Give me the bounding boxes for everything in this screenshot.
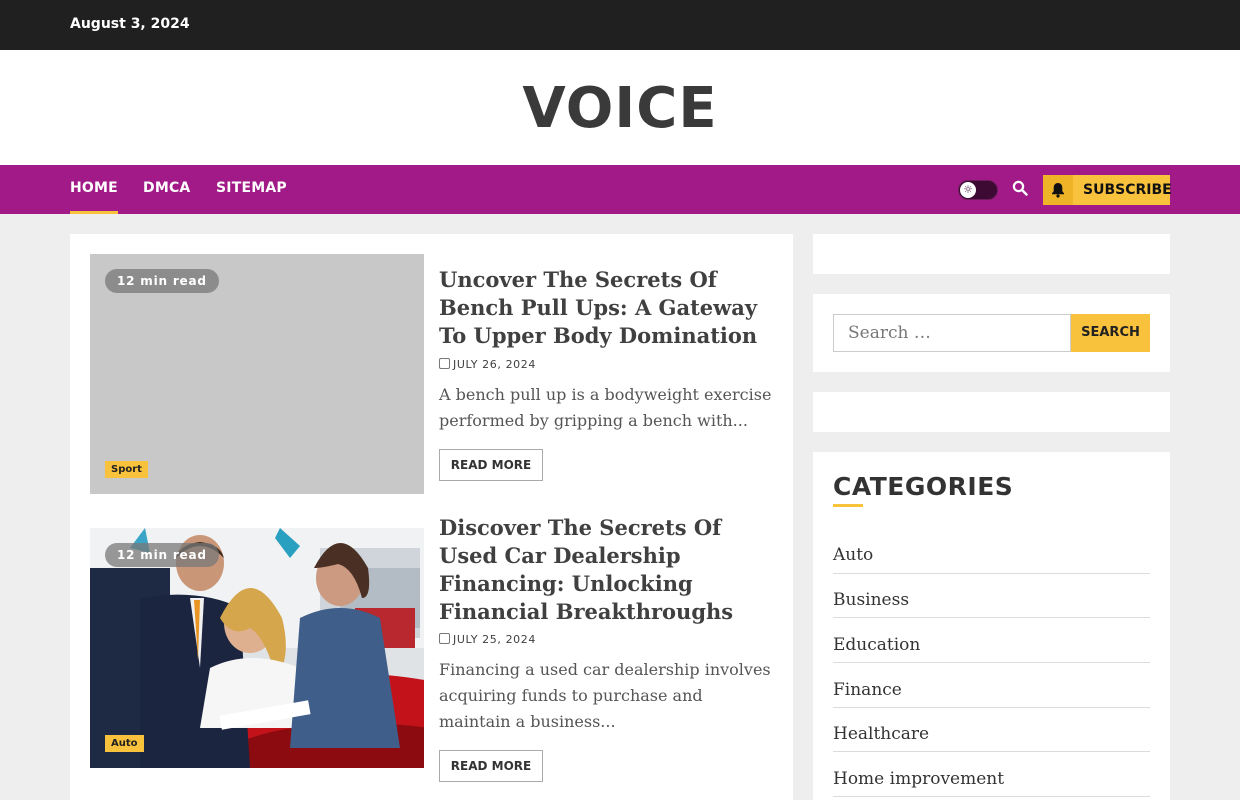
post-date: JULY 25, 2024 xyxy=(439,633,536,646)
category-badge[interactable]: Sport xyxy=(105,461,148,478)
sun-icon: ☼ xyxy=(960,182,976,198)
sidebar-empty-widget xyxy=(813,234,1170,274)
top-bar: August 3, 2024 xyxy=(0,0,1240,50)
category-link-home-improvement[interactable]: Home improvement xyxy=(833,753,1150,797)
post-list: 12 min read Sport Uncover The Secrets Of… xyxy=(70,234,793,800)
post-thumbnail[interactable]: 12 min read Sport xyxy=(90,254,424,494)
site-title[interactable]: VOICE xyxy=(0,76,1240,141)
subscribe-label: SUBSCRIBE xyxy=(1083,182,1172,198)
category-badge[interactable]: Auto xyxy=(105,735,144,752)
post-excerpt: A bench pull up is a bodyweight exercise… xyxy=(439,385,772,430)
read-more-button[interactable]: READ MORE xyxy=(439,449,543,481)
post-card: 12 min read Sport Uncover The Secrets Of… xyxy=(90,254,780,494)
post-card: 12 min read Auto Discover The Secrets Of… xyxy=(90,515,780,782)
post-thumbnail[interactable]: 12 min read Auto xyxy=(90,528,424,768)
post-excerpt: Financing a used car dealership involves… xyxy=(439,660,771,731)
read-more-button[interactable]: READ MORE xyxy=(439,750,543,782)
post-date: JULY 26, 2024 xyxy=(439,358,536,371)
subscribe-button[interactable]: SUBSCRIBE xyxy=(1043,175,1172,205)
nav-item-sitemap[interactable]: Sitemap xyxy=(216,180,287,196)
categories-widget: CATEGORIES Auto Business Education Finan… xyxy=(813,452,1170,800)
bell-icon xyxy=(1043,175,1073,205)
nav-item-dmca[interactable]: DMCA xyxy=(143,180,190,196)
read-time-badge: 12 min read xyxy=(105,269,219,293)
read-time-badge: 12 min read xyxy=(105,543,219,567)
sidebar-empty-widget xyxy=(813,392,1170,432)
search-widget: Search … SEARCH xyxy=(813,294,1170,372)
post-title[interactable]: Uncover The Secrets Of Bench Pull Ups: A… xyxy=(439,266,779,350)
post-title[interactable]: Discover The Secrets Of Used Car Dealers… xyxy=(439,514,779,626)
category-link-education[interactable]: Education xyxy=(833,619,1150,663)
categories-title: CATEGORIES xyxy=(833,472,1014,501)
current-date: August 3, 2024 xyxy=(70,16,190,32)
category-link-auto[interactable]: Auto xyxy=(833,545,1150,574)
sidebar-search-input[interactable]: Search … xyxy=(833,314,1071,352)
nav-item-home[interactable]: Home xyxy=(70,180,118,214)
category-link-healthcare[interactable]: Healthcare xyxy=(833,708,1150,752)
search-icon[interactable] xyxy=(1012,180,1030,198)
category-link-finance[interactable]: Finance xyxy=(833,664,1150,708)
title-underline xyxy=(833,504,863,507)
site-header: VOICE xyxy=(0,50,1240,165)
sidebar-search-button[interactable]: SEARCH xyxy=(1071,314,1150,352)
category-link-business[interactable]: Business xyxy=(833,574,1150,618)
dark-mode-toggle[interactable]: ☼ xyxy=(958,180,998,200)
